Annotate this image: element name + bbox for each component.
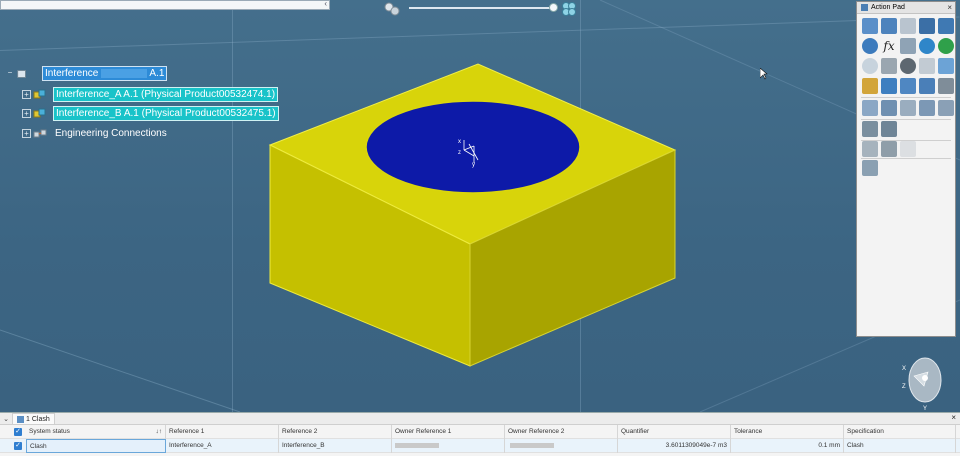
network-tool-icon[interactable] — [900, 38, 916, 54]
interference-icon[interactable] — [919, 100, 935, 116]
cell-reference-2: Interference_B — [279, 439, 392, 453]
refresh-icon[interactable] — [919, 38, 935, 54]
tree-root[interactable]: − Interference A.1 — [6, 66, 168, 81]
capture-icon[interactable] — [881, 121, 897, 137]
cell-system-status: Clash — [26, 439, 166, 453]
results-panel-header: ⌄ 1 Clash × — [0, 413, 960, 425]
analysis-icon[interactable] — [938, 100, 954, 116]
tree-root-label[interactable]: Interference A.1 — [42, 66, 168, 81]
clash-tab-icon — [17, 415, 24, 423]
wrench-icon[interactable] — [938, 78, 954, 94]
action-pad-title: Action Pad — [871, 3, 905, 11]
3d-viewport[interactable]: ‹ x y z − Interference A.1 + Interferenc… — [0, 0, 960, 412]
sort-icon[interactable]: ↓↑ — [156, 425, 163, 439]
update-icon[interactable] — [938, 38, 954, 54]
svg-text:Z: Z — [902, 384, 906, 390]
redacted-text — [510, 442, 554, 448]
measure-icon[interactable] — [881, 58, 897, 74]
product-tool-icon[interactable] — [862, 160, 878, 176]
physical-product-icon — [33, 89, 46, 98]
select-all-checkbox[interactable]: ✓ — [14, 428, 22, 436]
table-row[interactable]: ✓ Clash Interference_A Interference_B 3.… — [0, 439, 960, 453]
section-icon[interactable] — [881, 100, 897, 116]
expand-icon[interactable]: + — [22, 109, 31, 118]
tree-item-interference-a[interactable]: + Interference_A A.1 (Physical Product00… — [22, 87, 279, 102]
axis-label-y: y — [472, 162, 475, 168]
separator — [861, 158, 951, 159]
tree-item-label[interactable]: Engineering Connections — [53, 127, 169, 140]
root-label-suffix: A.1 — [149, 68, 165, 79]
material-icon[interactable] — [900, 58, 916, 74]
cell-owner-reference-1 — [392, 439, 505, 453]
tab-clash[interactable]: 1 Clash — [12, 413, 55, 424]
tree-item-interference-b[interactable]: + Interference_B A.1 (Physical Product00… — [22, 106, 279, 121]
axis-label-x: x — [458, 139, 461, 145]
table-header-row: ✓ System status ↓↑ Reference 1 Reference… — [0, 425, 960, 439]
cell-owner-reference-2 — [505, 439, 618, 453]
column-header-label: System status — [29, 428, 70, 435]
engineering-tool-icon[interactable] — [938, 18, 954, 34]
column-header[interactable]: Reference 1 — [166, 425, 279, 439]
row-checkbox[interactable]: ✓ — [14, 442, 22, 450]
part-icon[interactable] — [862, 78, 878, 94]
column-header[interactable]: Reference 2 — [279, 425, 392, 439]
redacted-text — [395, 442, 439, 448]
physical-product-icon — [33, 108, 46, 117]
gear-icon[interactable] — [862, 38, 878, 54]
tree-item-label[interactable]: Interference_B A.1 (Physical Product0053… — [53, 106, 279, 121]
action-pad-icon — [861, 4, 868, 11]
cell-tolerance: 0.1 mm — [731, 439, 844, 453]
tree-item-engineering-connections[interactable]: + Engineering Connections — [22, 126, 169, 141]
column-header[interactable]: Owner Reference 1 — [392, 425, 505, 439]
close-icon[interactable]: × — [951, 413, 956, 422]
svg-text:X: X — [902, 366, 906, 372]
column-header[interactable]: System status ↓↑ — [26, 425, 166, 439]
column-header[interactable]: Owner Reference 2 — [505, 425, 618, 439]
chevron-down-icon[interactable]: ⌄ — [0, 415, 12, 423]
clash-icon[interactable] — [862, 100, 878, 116]
expand-icon[interactable]: + — [22, 129, 31, 138]
distance-icon[interactable] — [900, 100, 916, 116]
mouse-cursor-icon — [760, 68, 768, 80]
formula-icon[interactable]: fx — [881, 38, 897, 54]
snapshot-icon[interactable] — [862, 121, 878, 137]
clash-scene[interactable]: x y z — [0, 0, 960, 412]
product-icon — [17, 69, 26, 78]
separator — [861, 119, 951, 120]
collapse-icon[interactable]: − — [6, 69, 14, 78]
separator — [861, 97, 951, 98]
shape-tool-icon[interactable] — [900, 18, 916, 34]
compass-icon[interactable]: X Z Y — [898, 352, 950, 412]
disabled-tool-icon — [900, 141, 916, 157]
column-header[interactable]: Specification — [844, 425, 956, 439]
action-pad-title-bar[interactable]: Action Pad × — [857, 2, 955, 14]
column-header[interactable]: Tolerance — [731, 425, 844, 439]
pencil-icon[interactable] — [881, 78, 897, 94]
cell-specification: Clash — [844, 439, 956, 453]
eraser-icon[interactable] — [919, 58, 935, 74]
compare-icon[interactable] — [900, 78, 916, 94]
expand-icon[interactable]: + — [22, 90, 31, 99]
action-pad-panel[interactable]: Action Pad × fx — [856, 1, 956, 337]
redacted-text — [101, 68, 148, 78]
table-tool-icon[interactable] — [919, 18, 935, 34]
engineering-connections-icon — [33, 129, 47, 137]
root-label-prefix: Interference — [45, 68, 99, 79]
column-header[interactable]: Quantifier — [618, 425, 731, 439]
tab-clash-label: 1 Clash — [26, 415, 50, 423]
clash-results-panel[interactable]: ⌄ 1 Clash × ✓ System status ↓↑ Reference… — [0, 412, 960, 456]
eyedropper-icon[interactable] — [938, 58, 954, 74]
axis-label-z: z — [458, 150, 461, 156]
zoom-icon[interactable] — [862, 58, 878, 74]
display-mode-icon[interactable] — [862, 141, 878, 157]
clash-disc[interactable] — [365, 100, 581, 194]
cell-quantifier: 3.6011309049e-7 m3 — [618, 439, 731, 453]
cube-tool-icon[interactable] — [862, 18, 878, 34]
render-icon[interactable] — [881, 141, 897, 157]
cell-reference-1: Interference_A — [166, 439, 279, 453]
close-icon[interactable]: × — [947, 2, 952, 14]
tree-item-label[interactable]: Interference_A A.1 (Physical Product0053… — [53, 87, 279, 102]
assembly-tool-icon[interactable] — [881, 18, 897, 34]
list-icon[interactable] — [919, 78, 935, 94]
